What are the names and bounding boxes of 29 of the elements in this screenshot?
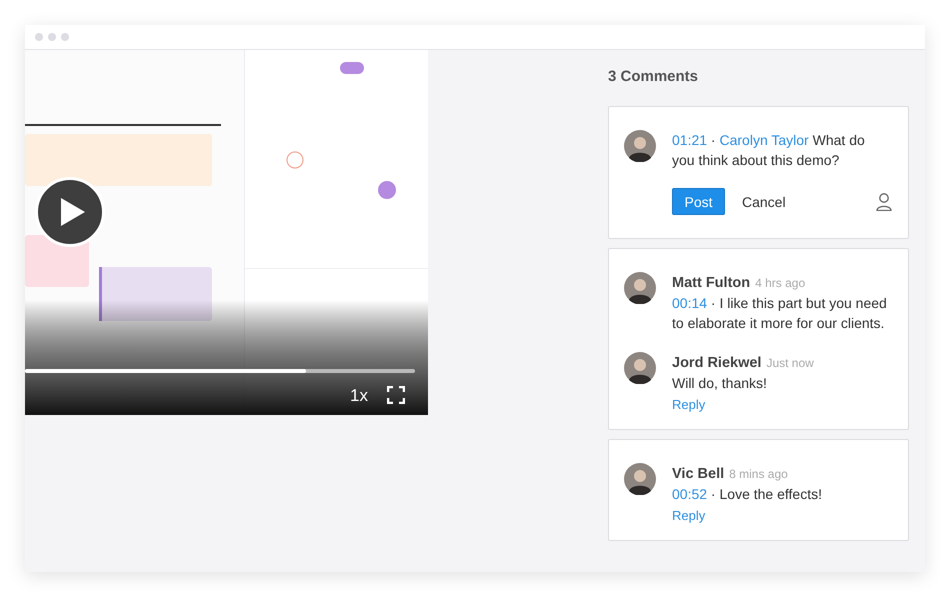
fullscreen-icon[interactable] — [387, 386, 405, 404]
avatar-icon — [624, 352, 656, 384]
timestamp-link[interactable]: 01:21 — [672, 132, 708, 148]
comment-text: 00:52 · Love the effects! — [672, 485, 823, 504]
comment-text: Will do, thanks! — [672, 374, 768, 393]
comment-time: 4 hrs ago — [755, 276, 806, 290]
window-dot-icon — [35, 33, 43, 41]
author-name: Jord Riekwel — [672, 355, 762, 371]
avatar-icon — [624, 130, 656, 162]
user-icon[interactable] — [876, 192, 892, 210]
author-link[interactable]: Carolyn Taylor — [720, 132, 809, 148]
comment-text: 00:14 · I like this part but you need to elaborate it more for our clients. — [672, 294, 888, 333]
timestamp-link[interactable]: 00:14 — [672, 295, 708, 311]
speed-button[interactable]: 1x — [350, 386, 368, 406]
avatar-icon — [624, 272, 656, 304]
window-dot-icon — [61, 33, 69, 41]
reply-link[interactable]: Reply — [672, 506, 706, 526]
comment-time: Just now — [766, 356, 814, 370]
post-button[interactable]: Post — [672, 188, 725, 215]
timestamp-link[interactable]: 00:52 — [672, 486, 708, 502]
comments-heading: 3 Comments — [608, 68, 700, 85]
window-dot-icon — [48, 33, 56, 41]
comment-text: 01:21 · Carolyn Taylor What do you think about this demo? — [672, 131, 866, 170]
author-name: Matt Fulton — [672, 275, 750, 291]
author-name: Vic Bell — [672, 466, 724, 482]
play-icon — [60, 198, 84, 226]
cancel-button[interactable]: Cancel — [742, 194, 786, 210]
reply-link[interactable]: Reply — [672, 395, 706, 415]
comment-time: 8 mins ago — [729, 467, 788, 481]
